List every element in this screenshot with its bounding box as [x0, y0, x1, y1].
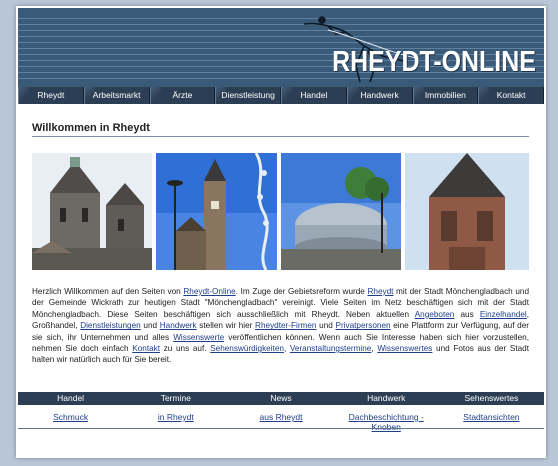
link-dienstleistungen[interactable]: Dienstleistungen: [80, 321, 141, 330]
bottom-header-sehenswertes: Sehenswertes: [464, 393, 519, 403]
bottom-divider: [18, 428, 544, 429]
nav-item-handel[interactable]: Handel: [281, 87, 347, 104]
link-wissenswertes[interactable]: Wissenswertes: [377, 344, 432, 353]
link-rheydter-firmen[interactable]: Rheydter-Firmen: [255, 321, 316, 330]
bottom-header-termine: Termine: [160, 393, 191, 403]
site-title: RHEYDT-ONLINE: [332, 46, 536, 78]
nav-item-rheydt[interactable]: Rheydt: [18, 87, 84, 104]
bottom-header-handel: Handel: [57, 393, 85, 403]
nav-item-immobilien[interactable]: Immobilien: [412, 87, 479, 104]
bottom-category-bar: Handel Termine News Handwerk Sehenswerte…: [18, 392, 544, 405]
nav-item-dienstleistung[interactable]: Dienstleistung: [215, 87, 281, 104]
bottom-header-news: News: [270, 393, 292, 403]
nav-item-kontakt[interactable]: Kontakt: [478, 87, 544, 104]
link-wissenswerte[interactable]: Wissenswerte: [173, 333, 224, 342]
link-handwerk[interactable]: Handwerk: [160, 321, 197, 330]
link-privatpersonen[interactable]: Privatpersonen: [335, 321, 390, 330]
link-veranstaltungstermine[interactable]: Veranstaltungstermine: [290, 344, 371, 353]
nav-item-arbeitsmarkt[interactable]: Arbeitsmarkt: [83, 87, 150, 104]
main-content: Willkommen in Rheydt Herzlich Willkommen…: [18, 104, 544, 458]
link-stadtansichten[interactable]: Stadtansichten: [463, 412, 519, 422]
link-einzelhandel[interactable]: Einzelhandel: [480, 310, 527, 319]
bottom-links-row: Schmuck in Rheydt aus Rheydt Dachbeschic…: [18, 412, 544, 432]
photo-town-hall-tower: [156, 153, 277, 270]
link-rheydt-online[interactable]: Rheydt-Online: [183, 287, 235, 296]
title-divider: [32, 136, 529, 137]
main-nav: Rheydt Arbeitsmarkt Ärzte Dienstleistung…: [18, 87, 544, 104]
page-title: Willkommen in Rheydt: [32, 122, 150, 134]
nav-item-handwerk[interactable]: Handwerk: [346, 87, 413, 104]
intro-text: Herzlich Willkommen auf den Seiten von R…: [32, 287, 529, 365]
link-aus-rheydt[interactable]: aus Rheydt: [260, 412, 303, 422]
page-container: RHEYDT-ONLINE Rheydt Arbeitsmarkt Ärzte …: [16, 6, 546, 458]
link-in-rheydt[interactable]: in Rheydt: [158, 412, 194, 422]
link-sehenswuerdigkeiten[interactable]: Sehenswürdigkeiten: [210, 344, 284, 353]
photo-church-towers: [32, 153, 152, 270]
link-kontakt[interactable]: Kontakt: [132, 344, 160, 353]
photo-church-spire: [405, 153, 529, 270]
link-angebote[interactable]: Angeboten: [415, 310, 455, 319]
bottom-header-handwerk: Handwerk: [367, 393, 406, 403]
link-schmuck[interactable]: Schmuck: [53, 412, 88, 422]
nav-item-aerzte[interactable]: Ärzte: [149, 87, 216, 104]
photo-modern-building: [281, 153, 401, 270]
link-rheydt[interactable]: Rheydt: [367, 287, 393, 296]
link-dachbeschichtung[interactable]: Dachbeschichtung - Knoben: [349, 412, 424, 432]
site-banner: RHEYDT-ONLINE: [18, 8, 544, 87]
